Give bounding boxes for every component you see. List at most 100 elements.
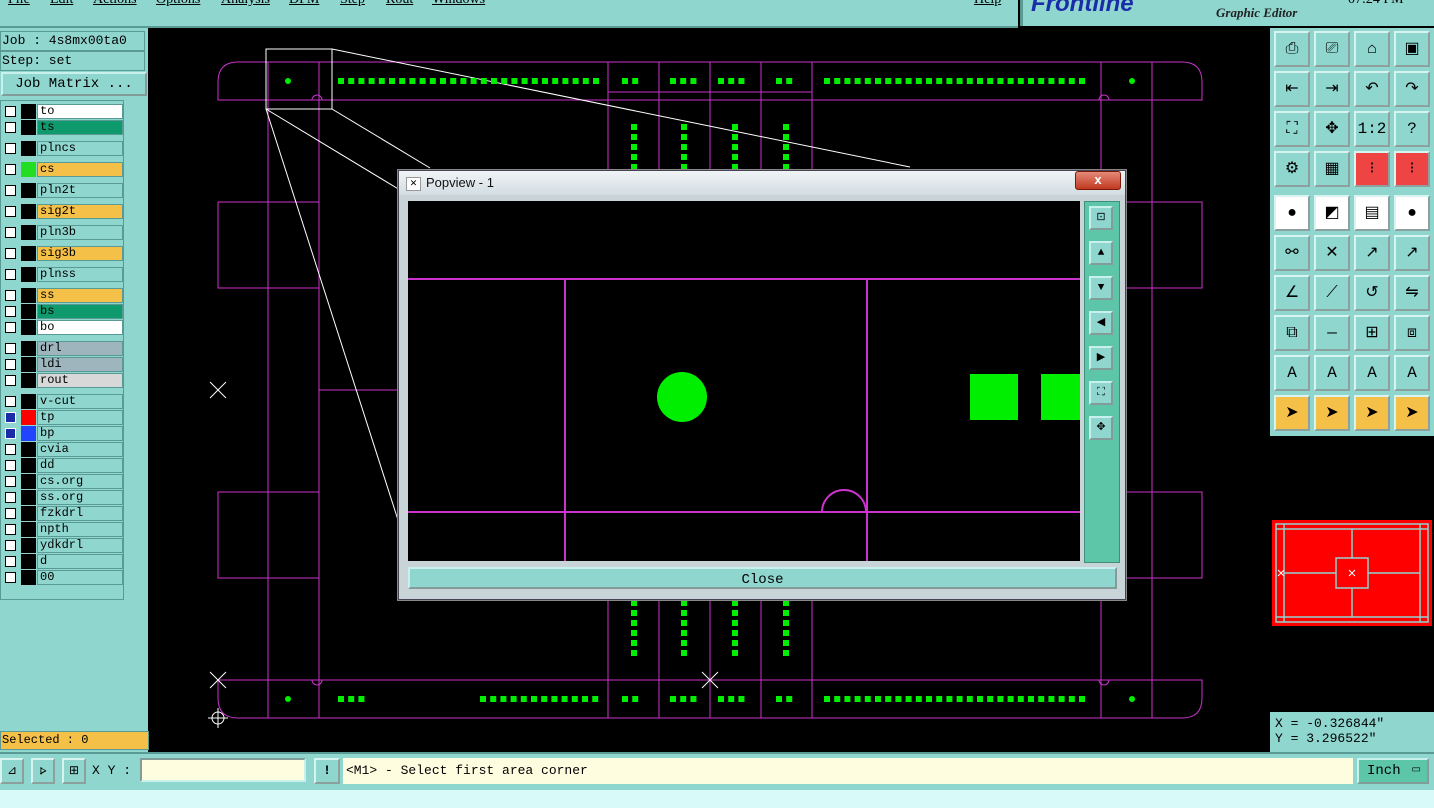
layer-checkbox[interactable] [5,206,16,217]
edit-a-bar-icon[interactable]: A [1354,355,1390,391]
layer-row[interactable]: tp [3,410,123,425]
snap-icon[interactable]: ⊿ [0,758,24,784]
copy-icon[interactable]: ⧉ [1274,315,1310,351]
pan-right-icon[interactable]: ▶ [1089,346,1113,370]
open-job-icon[interactable]: ⎙ [1274,31,1310,67]
filled-circle-icon[interactable]: ● [1394,195,1430,231]
layer-row[interactable]: to [3,104,123,119]
layer-row[interactable]: ss [3,288,123,303]
popview-titlebar[interactable]: ✕ Popview - 1 x [399,171,1125,195]
measure-icon[interactable]: ⦠ [31,758,55,784]
layer-row[interactable]: cvia [3,442,123,457]
settings-icon[interactable]: ⚙ [1274,151,1310,187]
layer-name[interactable]: npth [37,522,123,537]
layer-row[interactable]: cs.org [3,474,123,489]
layer-name[interactable]: to [37,104,123,119]
layer-checkbox[interactable] [5,122,16,133]
scale-1-to-1-icon[interactable]: 1:2 [1354,111,1390,147]
snap-icon[interactable]: ✕ [1314,235,1350,271]
layers-red-icon[interactable]: ⁝ [1354,151,1390,187]
layer-name[interactable]: rout [37,373,123,388]
layer-row[interactable]: ydkdrl [3,538,123,553]
layer-checkbox[interactable] [5,412,16,423]
arc-icon[interactable]: ↺ [1354,275,1390,311]
layer-row[interactable]: sig2t [3,204,123,219]
units-select[interactable]: Inch ▭ [1357,758,1429,784]
layer-checkbox[interactable] [5,306,16,317]
window-close-button[interactable]: x [1075,171,1121,190]
measure-icon[interactable]: ▤ [1354,195,1390,231]
layer-row[interactable]: fzkdrl [3,506,123,521]
move-icon[interactable]: ↗ [1354,235,1390,271]
zoom-fit-icon[interactable]: ⛶ [1089,381,1113,405]
layer-row[interactable]: bs [3,304,123,319]
layer-name[interactable]: tp [37,410,123,425]
layer-name[interactable]: pln2t [37,183,123,198]
menu-file[interactable]: File [8,0,30,8]
layer-row[interactable]: ts [3,120,123,135]
import-icon[interactable]: ⇤ [1274,71,1310,107]
layer-checkbox[interactable] [5,164,16,175]
layer-name[interactable]: bs [37,304,123,319]
layer-checkbox[interactable] [5,540,16,551]
select-icon[interactable]: ➤ [1274,395,1310,431]
layer-name[interactable]: bo [37,320,123,335]
close-button[interactable]: Close [408,567,1117,589]
pan-up-icon[interactable]: ▲ [1089,241,1113,265]
layer-name[interactable]: v-cut [37,394,123,409]
layer-name[interactable]: ldi [37,357,123,372]
menu-windows[interactable]: Windows [432,0,485,8]
add-pad-icon[interactable]: ● [1274,195,1310,231]
layer-name[interactable]: cvia [37,442,123,457]
layers-blue-icon[interactable]: ⁝ [1394,151,1430,187]
add-line-icon[interactable]: ◩ [1314,195,1350,231]
layer-checkbox[interactable] [5,396,16,407]
layer-row[interactable]: d [3,554,123,569]
layer-name[interactable]: ts [37,120,123,135]
select-box-icon[interactable]: ➤ [1314,395,1350,431]
pan-left-icon[interactable]: ◀ [1089,311,1113,335]
layer-name[interactable]: pln3b [37,225,123,240]
layer-name[interactable]: plncs [37,141,123,156]
layer-name[interactable]: 00 [37,570,123,585]
route-icon[interactable]: ↗ [1394,235,1430,271]
menu-edit[interactable]: Edit [50,0,73,8]
layer-row[interactable]: ldi [3,357,123,372]
menu-rout[interactable]: Rout [386,0,413,8]
layer-row[interactable]: ss.org [3,490,123,505]
layer-name[interactable]: plnss [37,267,123,282]
layer-checkbox[interactable] [5,375,16,386]
menu-step[interactable]: Step [340,0,365,8]
connect-icon[interactable]: ⚯ [1274,235,1310,271]
layer-row[interactable]: bp [3,426,123,441]
popview-canvas[interactable] [408,201,1080,561]
save-icon[interactable]: ⎚ [1314,31,1350,67]
layer-row[interactable]: plnss [3,267,123,282]
layer-checkbox[interactable] [5,444,16,455]
layer-row[interactable]: dd [3,458,123,473]
layer-row[interactable]: cs [3,162,123,177]
mirror-icon[interactable]: ⇋ [1394,275,1430,311]
layer-name[interactable]: ydkdrl [37,538,123,553]
layer-name[interactable]: bp [37,426,123,441]
edit-a-icon[interactable]: A [1274,355,1310,391]
redo-icon[interactable]: ↷ [1394,71,1430,107]
select-net-icon[interactable]: ➤ [1394,395,1430,431]
grid-icon[interactable]: ⊞ [62,758,86,784]
layer-row[interactable]: pln3b [3,225,123,240]
edit-a-arrow-icon[interactable]: A [1394,355,1430,391]
layer-name[interactable]: fzkdrl [37,506,123,521]
layer-name[interactable]: ss.org [37,490,123,505]
layer-name[interactable]: sig2t [37,204,123,219]
layer-row[interactable]: plncs [3,141,123,156]
zoom-fit-icon[interactable]: ⛶ [1274,111,1310,147]
layer-checkbox[interactable] [5,185,16,196]
layer-checkbox[interactable] [5,492,16,503]
undo-icon[interactable]: ↶ [1354,71,1390,107]
layer-row[interactable]: sig3b [3,246,123,261]
zoom-center-icon[interactable]: ✥ [1314,111,1350,147]
line-cut-icon[interactable]: — [1314,315,1350,351]
layer-checkbox[interactable] [5,248,16,259]
layer-name[interactable]: cs.org [37,474,123,489]
minimap[interactable] [1272,520,1432,626]
